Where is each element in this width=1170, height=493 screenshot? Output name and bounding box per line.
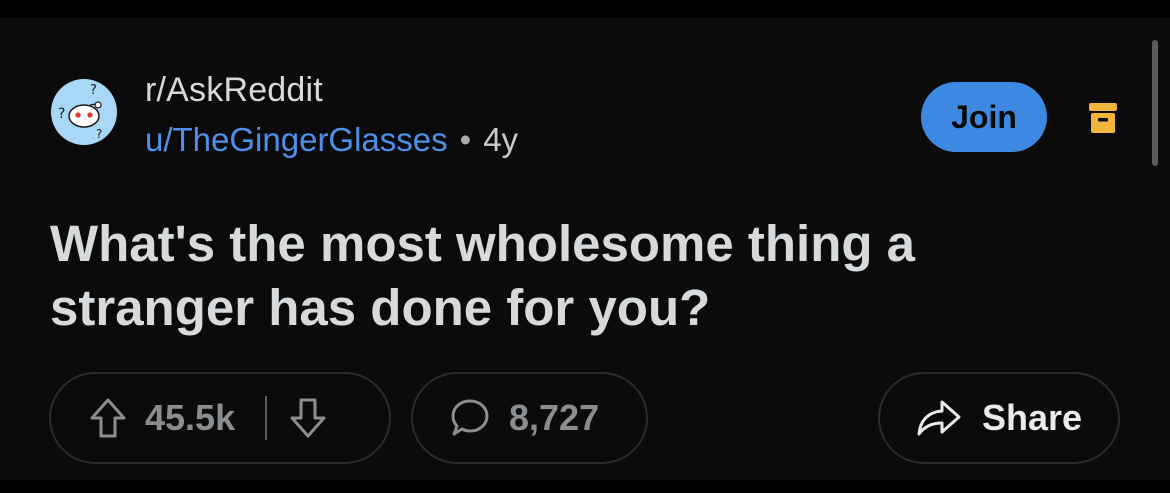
share-label: Share [982,397,1083,438]
comment-bubble-icon [451,399,489,436]
scrollbar[interactable] [1152,40,1158,166]
post-card[interactable]: ? ? ? r/AskReddit u/TheGingerGlasses • 4y … [0,18,1170,480]
subreddit-avatar-icon[interactable]: ? ? ? [50,78,118,146]
meta-separator: • [459,121,472,158]
vote-divider [265,396,268,440]
svg-text:?: ? [90,83,97,98]
svg-text:?: ? [96,127,102,141]
svg-text:?: ? [58,106,65,122]
arrow-down-icon[interactable] [289,397,327,439]
post-meta: u/TheGingerGlasses • 4y [145,121,518,159]
vote-control: 45.5k [49,372,391,464]
author-username[interactable]: u/TheGingerGlasses [145,121,448,158]
post-age: 4y [483,121,519,158]
upvote-count: 45.5k [145,397,236,438]
share-button[interactable]: Share [878,372,1120,464]
arrow-up-icon[interactable] [89,397,127,439]
join-button[interactable]: Join [921,82,1047,152]
subreddit-name[interactable]: r/AskReddit [145,71,323,110]
comment-count: 8,727 [509,397,600,438]
archive-icon[interactable] [1088,102,1118,134]
comments-button[interactable]: 8,727 [411,372,648,464]
share-arrow-icon [917,400,961,436]
post-title[interactable]: What's the most wholesome thing a strang… [50,212,1050,340]
